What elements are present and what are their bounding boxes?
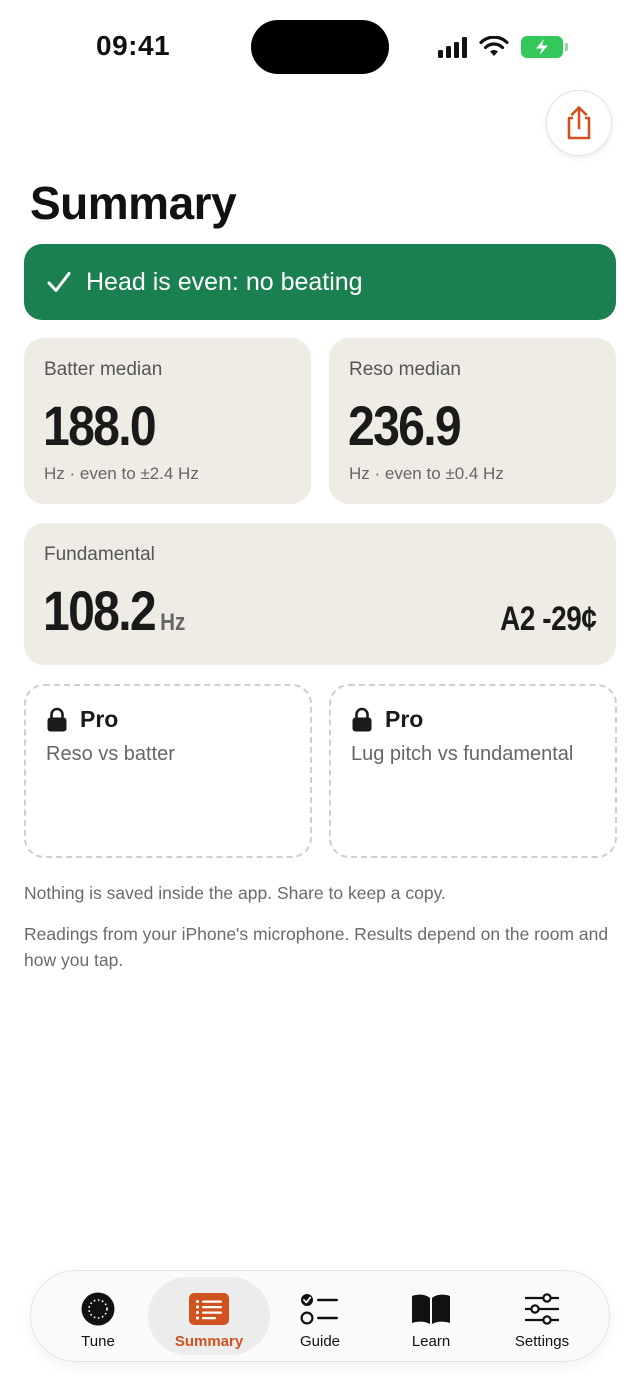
pro-description: Lug pitch vs fundamental bbox=[351, 743, 574, 765]
readings-note: Readings from your iPhone's microphone. … bbox=[24, 924, 609, 970]
fundamental-label: Fundamental bbox=[44, 544, 155, 565]
page-title: Summary bbox=[30, 177, 237, 229]
cellular-signal-icon bbox=[438, 36, 467, 58]
fundamental-value: 108.2 bbox=[43, 579, 157, 642]
checkmark-icon bbox=[47, 272, 71, 292]
fundamental-card: Fundamental 108.2 Hz A2 -29¢ bbox=[24, 523, 616, 665]
pro-badge: Pro bbox=[385, 706, 424, 732]
book-icon bbox=[412, 1294, 450, 1324]
share-button[interactable] bbox=[546, 90, 612, 156]
fundamental-note: A2 -29¢ bbox=[499, 600, 597, 638]
pro-badge: Pro bbox=[80, 706, 119, 732]
tune-icon bbox=[81, 1292, 115, 1326]
pro-header: Pro bbox=[351, 706, 423, 733]
pro-reso-vs-batter-card[interactable]: Pro Reso vs batter bbox=[24, 684, 312, 858]
status-banner: Head is even: no beating bbox=[24, 244, 616, 320]
reso-median-label: Reso median bbox=[349, 359, 461, 380]
pro-lug-pitch-card[interactable]: Pro Lug pitch vs fundamental bbox=[329, 684, 617, 858]
tab-bar: Tune Summary Guide Learn Settings bbox=[30, 1270, 610, 1362]
tab-settings[interactable]: Settings bbox=[486, 1277, 598, 1355]
tab-learn[interactable]: Learn bbox=[375, 1277, 487, 1355]
guide-icon bbox=[300, 1294, 338, 1325]
tab-guide[interactable]: Guide bbox=[264, 1277, 376, 1355]
batter-median-sub: Hz · even to ±2.4 Hz bbox=[44, 464, 199, 483]
pro-description: Reso vs batter bbox=[46, 743, 175, 765]
tab-tune[interactable]: Tune bbox=[42, 1277, 154, 1355]
lock-icon bbox=[47, 707, 67, 731]
tab-label: Settings bbox=[514, 1333, 570, 1350]
fundamental-unit: Hz bbox=[160, 609, 186, 636]
status-icons bbox=[438, 32, 568, 62]
lock-icon bbox=[352, 707, 372, 731]
reso-median-card: Reso median 236.9 Hz · even to ±0.4 Hz bbox=[329, 338, 616, 504]
save-note: Nothing is saved inside the app. Share t… bbox=[24, 883, 446, 903]
fundamental-value-row: 108.2 Hz bbox=[43, 583, 185, 639]
sliders-icon bbox=[525, 1293, 559, 1325]
batter-median-value: 188.0 bbox=[43, 394, 157, 457]
summary-icon bbox=[189, 1293, 229, 1325]
banner-text: Head is even: no beating bbox=[86, 267, 363, 296]
tab-summary[interactable]: Summary bbox=[148, 1277, 270, 1355]
reso-median-sub: Hz · even to ±0.4 Hz bbox=[349, 464, 504, 483]
tab-label: Tune bbox=[81, 1333, 115, 1350]
tab-label: Guide bbox=[299, 1333, 341, 1350]
battery-icon bbox=[521, 36, 568, 58]
batter-median-card: Batter median 188.0 Hz · even to ±2.4 Hz bbox=[24, 338, 311, 504]
wifi-icon bbox=[479, 36, 509, 56]
pro-header: Pro bbox=[46, 706, 118, 733]
batter-median-label: Batter median bbox=[44, 359, 163, 380]
tab-label: Learn bbox=[411, 1333, 451, 1350]
share-icon bbox=[567, 106, 591, 140]
tab-label: Summary bbox=[174, 1333, 244, 1350]
reso-median-value: 236.9 bbox=[348, 394, 462, 457]
status-time: 09:41 bbox=[96, 30, 171, 61]
dynamic-island bbox=[251, 20, 389, 74]
